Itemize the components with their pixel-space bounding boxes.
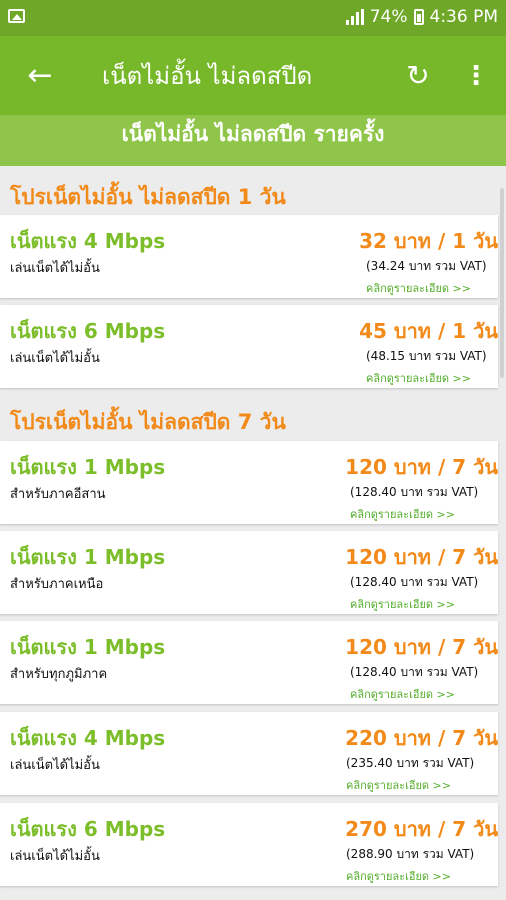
more-options-icon[interactable]: ⋮ — [458, 56, 494, 96]
package-price: 32 บาท / 1 วัน — [359, 229, 498, 253]
package-speed: เน็ตแรง 6 Mbps — [10, 817, 166, 841]
package-vat-price: (34.24 บาท รวม VAT) — [366, 259, 487, 273]
scrollbar[interactable] — [500, 188, 504, 378]
gallery-notification-icon — [8, 9, 25, 23]
package-description: สำหรับภาคอีสาน — [10, 487, 106, 502]
package-description: เล่นเน็ตได้ไม่อั้น — [10, 758, 100, 773]
status-bar: 74% 4:36 PM — [0, 0, 506, 36]
package-speed: เน็ตแรง 6 Mbps — [10, 319, 166, 343]
package-card[interactable]: เน็ตแรง 4 Mbps เล่นเน็ตได้ไม่อั้น 32 บาท… — [0, 215, 498, 298]
package-speed: เน็ตแรง 4 Mbps — [10, 726, 166, 750]
package-price: 120 บาท / 7 วัน — [345, 455, 498, 479]
section-title-1-day: โปรเน็ตไม่อั้น ไม่ลดสปีด 1 วัน — [10, 185, 286, 209]
package-price: 270 บาท / 7 วัน — [345, 817, 498, 841]
package-card[interactable]: เน็ตแรง 1 Mbps สำหรับทุกภูมิภาค 120 บาท … — [0, 621, 498, 704]
package-card[interactable]: เน็ตแรง 6 Mbps เล่นเน็ตได้ไม่อั้น 270 บา… — [0, 803, 498, 886]
battery-icon — [413, 9, 424, 25]
package-price: 220 บาท / 7 วัน — [345, 726, 498, 750]
package-vat-price: (48.15 บาท รวม VAT) — [366, 349, 487, 363]
package-vat-price: (128.40 บาท รวม VAT) — [350, 485, 479, 499]
refresh-icon[interactable]: ↻ — [398, 56, 438, 96]
package-speed: เน็ตแรง 1 Mbps — [10, 455, 166, 479]
app-bar: ← เน็ตไม่อั้น ไม่ลดสปีด ↻ ⋮ — [0, 36, 506, 115]
package-price: 45 บาท / 1 วัน — [359, 319, 498, 343]
package-price: 120 บาท / 7 วัน — [345, 545, 498, 569]
page-title: เน็ตไม่อั้น ไม่ลดสปีด — [102, 62, 313, 90]
package-description: เล่นเน็ตได้ไม่อั้น — [10, 351, 100, 366]
back-icon[interactable]: ← — [20, 56, 60, 96]
package-card[interactable]: เน็ตแรง 4 Mbps เล่นเน็ตได้ไม่อั้น 220 บา… — [0, 712, 498, 795]
package-vat-price: (128.40 บาท รวม VAT) — [350, 665, 479, 679]
details-link[interactable]: คลิกดูรายละเอียด >> — [350, 685, 455, 703]
package-card[interactable]: เน็ตแรง 1 Mbps สำหรับภาคอีสาน 120 บาท / … — [0, 441, 498, 524]
package-description: เล่นเน็ตได้ไม่อั้น — [10, 261, 100, 276]
section-title-7-day: โปรเน็ตไม่อั้น ไม่ลดสปีด 7 วัน — [10, 410, 286, 434]
clock: 4:36 PM — [429, 7, 499, 27]
details-link[interactable]: คลิกดูรายละเอียด >> — [346, 867, 451, 885]
package-description: สำหรับทุกภูมิภาค — [10, 667, 108, 682]
category-banner: เน็ตไม่อั้น ไม่ลดสปีด รายครั้ง — [0, 115, 506, 166]
package-description: เล่นเน็ตได้ไม่อั้น — [10, 849, 100, 864]
package-card[interactable]: เน็ตแรง 6 Mbps เล่นเน็ตได้ไม่อั้น 45 บาท… — [0, 305, 498, 388]
details-link[interactable]: คลิกดูรายละเอียด >> — [350, 505, 455, 523]
details-link[interactable]: คลิกดูรายละเอียด >> — [366, 279, 471, 297]
package-speed: เน็ตแรง 4 Mbps — [10, 229, 166, 253]
details-link[interactable]: คลิกดูรายละเอียด >> — [366, 369, 471, 387]
battery-percent: 74% — [369, 7, 408, 27]
details-link[interactable]: คลิกดูรายละเอียด >> — [346, 776, 451, 794]
package-vat-price: (128.40 บาท รวม VAT) — [350, 575, 479, 589]
package-speed: เน็ตแรง 1 Mbps — [10, 545, 166, 569]
package-speed: เน็ตแรง 1 Mbps — [10, 635, 166, 659]
signal-icon — [345, 9, 364, 25]
package-price: 120 บาท / 7 วัน — [345, 635, 498, 659]
package-description: สำหรับภาคเหนือ — [10, 577, 104, 592]
details-link[interactable]: คลิกดูรายละเอียด >> — [350, 595, 455, 613]
package-vat-price: (235.40 บาท รวม VAT) — [346, 756, 475, 770]
package-card[interactable]: เน็ตแรง 1 Mbps สำหรับภาคเหนือ 120 บาท / … — [0, 531, 498, 614]
package-vat-price: (288.90 บาท รวม VAT) — [346, 847, 475, 861]
